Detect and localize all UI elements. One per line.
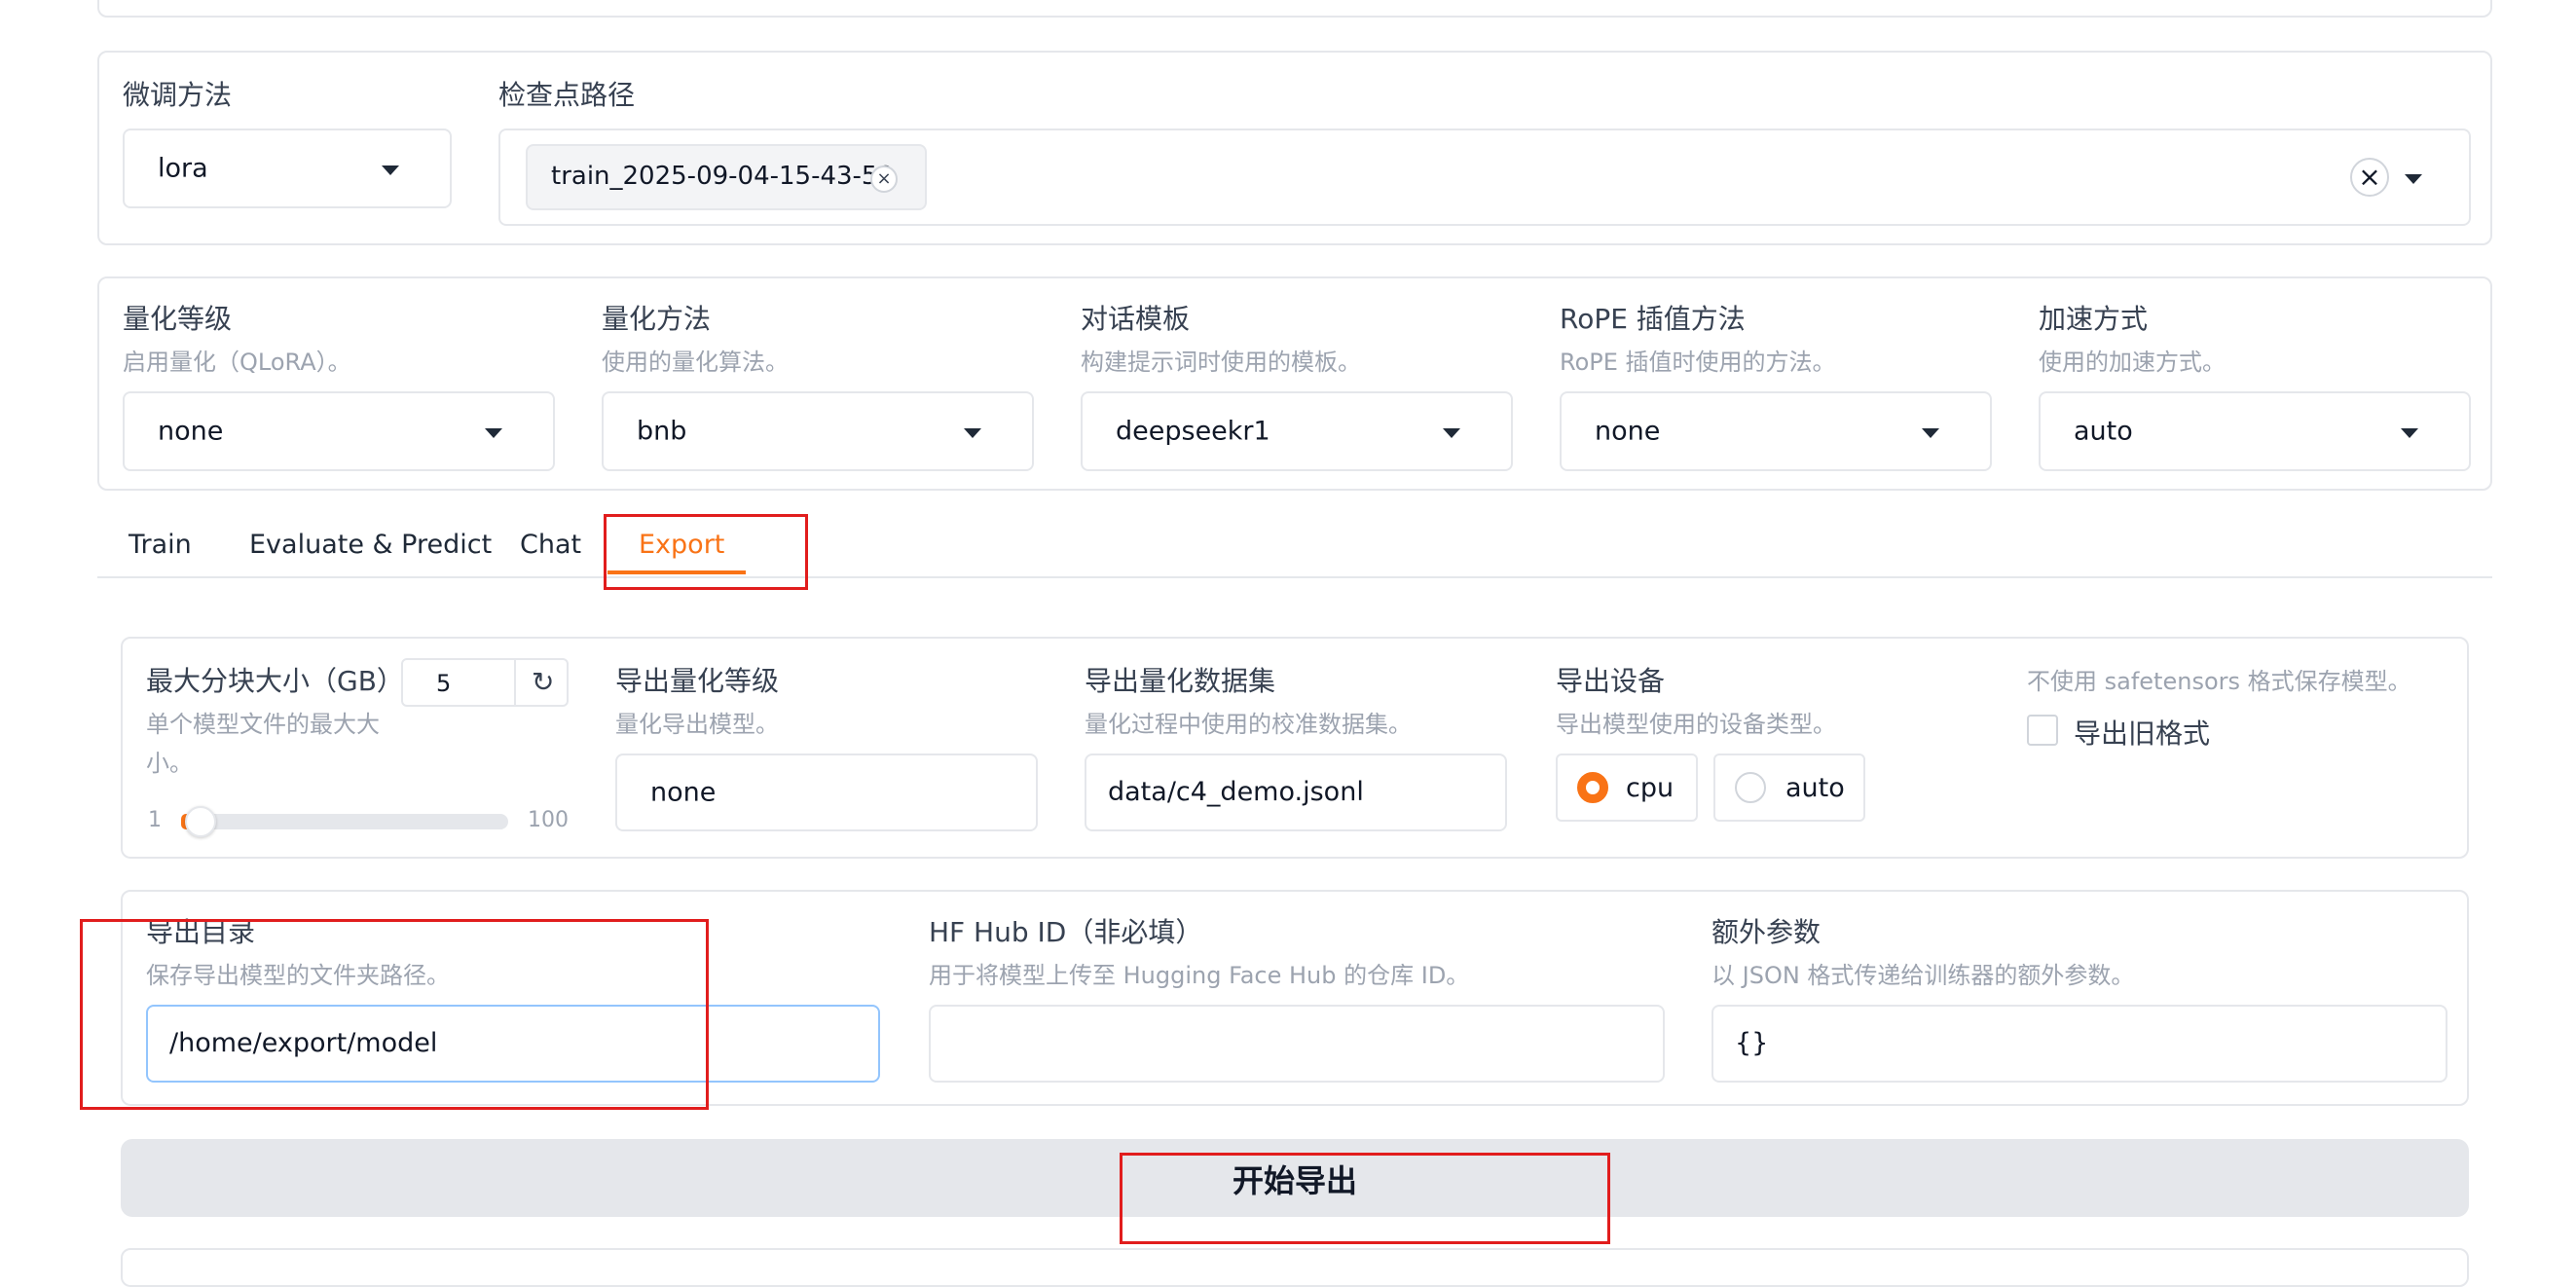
checkpoint-chip-label: train_2025-09-04-15-43-59 [551, 162, 895, 191]
rope-scaling-dropdown[interactable]: none [1560, 391, 1992, 471]
chat-template-value: deepseekr1 [1116, 416, 1270, 447]
tab-chat[interactable]: Chat [520, 530, 581, 560]
quantization-bit-desc: 启用量化（QLoRA）。 [123, 349, 351, 376]
max-shard-size-desc: 单个模型文件的最大大小。 [146, 711, 380, 777]
hub-id-desc: 用于将模型上传至 Hugging Face Hub 的仓库 ID。 [929, 962, 1470, 989]
export-quant-bit-label: 导出量化等级 [615, 665, 780, 697]
extra-args-label: 额外参数 [1711, 916, 1822, 948]
advanced-config-panel: 量化等级启用量化（QLoRA）。 none 量化方法使用的量化算法。 bnb 对话模板构… [97, 276, 2492, 491]
export-quant-bit-dropdown[interactable]: none [615, 754, 1038, 831]
slider-max: 100 [528, 808, 569, 832]
tab-bar: Train Evaluate & Predict Chat Export [97, 516, 2492, 578]
rope-scaling-desc: RoPE 插值时使用的方法。 [1560, 349, 1836, 376]
checkpoint-chip: train_2025-09-04-15-43-59 × [526, 144, 927, 210]
finetune-method-value: lora [158, 153, 208, 184]
export-dir-highlight-box [80, 919, 709, 1110]
device-option-cpu[interactable]: cpu [1556, 754, 1698, 822]
booster-dropdown[interactable]: auto [2039, 391, 2471, 471]
quantization-method-dropdown[interactable]: bnb [602, 391, 1034, 471]
checkpoint-path-label: 检查点路径 [498, 79, 636, 111]
slider-min: 1 [148, 808, 162, 832]
clear-all-close-icon[interactable]: × [2350, 158, 2389, 197]
output-panel-edge [121, 1248, 2469, 1287]
rope-scaling-value: none [1595, 416, 1661, 447]
tab-train[interactable]: Train [129, 530, 192, 560]
max-shard-size-label: 最大分块大小（GB） [146, 665, 404, 697]
quantization-method-label: 量化方法 [602, 303, 712, 335]
max-shard-size-slider[interactable] [181, 806, 508, 837]
chat-template-desc: 构建提示词时使用的模板。 [1081, 349, 1361, 376]
export-quant-dataset-input[interactable]: data/c4_demo.jsonl [1085, 754, 1507, 831]
chat-template-dropdown[interactable]: deepseekr1 [1081, 391, 1513, 471]
finetune-method-label: 微调方法 [123, 79, 233, 111]
chevron-down-icon [485, 428, 502, 438]
start-export-highlight-box [1120, 1153, 1610, 1244]
hub-id-input[interactable] [929, 1005, 1665, 1083]
quantization-bit-label: 量化等级 [123, 303, 233, 335]
rope-scaling-label: RoPE 插值方法 [1560, 303, 1746, 335]
device-option-auto[interactable]: auto [1713, 754, 1865, 822]
device-option-cpu-label: cpu [1626, 773, 1674, 803]
quantization-method-desc: 使用的量化算法。 [602, 349, 789, 376]
close-icon[interactable]: × [870, 165, 898, 193]
export-legacy-desc: 不使用 safetensors 格式保存模型。 [2027, 668, 2411, 695]
top-panel-edge [97, 0, 2492, 18]
device-option-auto-label: auto [1785, 773, 1845, 803]
export-legacy-label[interactable]: 导出旧格式 [2074, 713, 2210, 752]
extra-args-input[interactable]: {} [1711, 1005, 2447, 1083]
export-quant-dataset-label: 导出量化数据集 [1085, 665, 1276, 697]
quantization-bit-dropdown[interactable]: none [123, 391, 555, 471]
export-quant-bit-desc: 量化导出模型。 [615, 711, 779, 738]
checkpoint-path-multiselect[interactable]: train_2025-09-04-15-43-59 × × [498, 129, 2471, 226]
chevron-down-icon [964, 428, 981, 438]
finetune-method-dropdown[interactable]: lora [123, 129, 452, 208]
export-legacy-checkbox[interactable] [2027, 715, 2058, 746]
tab-evaluate-predict[interactable]: Evaluate & Predict [249, 530, 492, 560]
hub-id-label: HF Hub ID（非必填） [929, 916, 1203, 948]
radio-checked-icon [1577, 772, 1608, 803]
reset-button[interactable]: ↻ [514, 658, 569, 707]
radio-unchecked-icon [1735, 772, 1766, 803]
export-tab-highlight-box [604, 514, 808, 590]
export-device-label: 导出设备 [1556, 665, 1666, 697]
model-config-panel: 微调方法 lora 检查点路径 train_2025-09-04-15-43-5… [97, 51, 2492, 245]
export-settings-panel: 最大分块大小（GB） 5 ↻ 单个模型文件的最大大小。 1 100 导出量化等级… [121, 637, 2469, 859]
export-quant-bit-value: none [650, 777, 717, 808]
chevron-down-icon [382, 165, 399, 175]
export-device-desc: 导出模型使用的设备类型。 [1556, 711, 1836, 738]
reset-icon: ↻ [532, 666, 555, 698]
quantization-bit-value: none [158, 416, 224, 447]
export-quant-dataset-desc: 量化过程中使用的校准数据集。 [1085, 711, 1412, 738]
export-quant-dataset-value: data/c4_demo.jsonl [1108, 777, 1364, 807]
booster-desc: 使用的加速方式。 [2039, 349, 2226, 376]
booster-label: 加速方式 [2039, 303, 2149, 335]
chevron-down-icon [1443, 428, 1460, 438]
booster-value: auto [2074, 416, 2133, 447]
chevron-down-icon[interactable] [2405, 174, 2422, 184]
extra-args-value: {} [1735, 1028, 1769, 1058]
chevron-down-icon [1922, 428, 1939, 438]
chevron-down-icon [2401, 428, 2418, 438]
max-shard-size-value: 5 [436, 670, 452, 697]
chat-template-label: 对话模板 [1081, 303, 1191, 335]
slider-thumb[interactable] [185, 806, 216, 837]
extra-args-desc: 以 JSON 格式传递给训练器的额外参数。 [1711, 962, 2135, 989]
quantization-method-value: bnb [637, 416, 687, 447]
